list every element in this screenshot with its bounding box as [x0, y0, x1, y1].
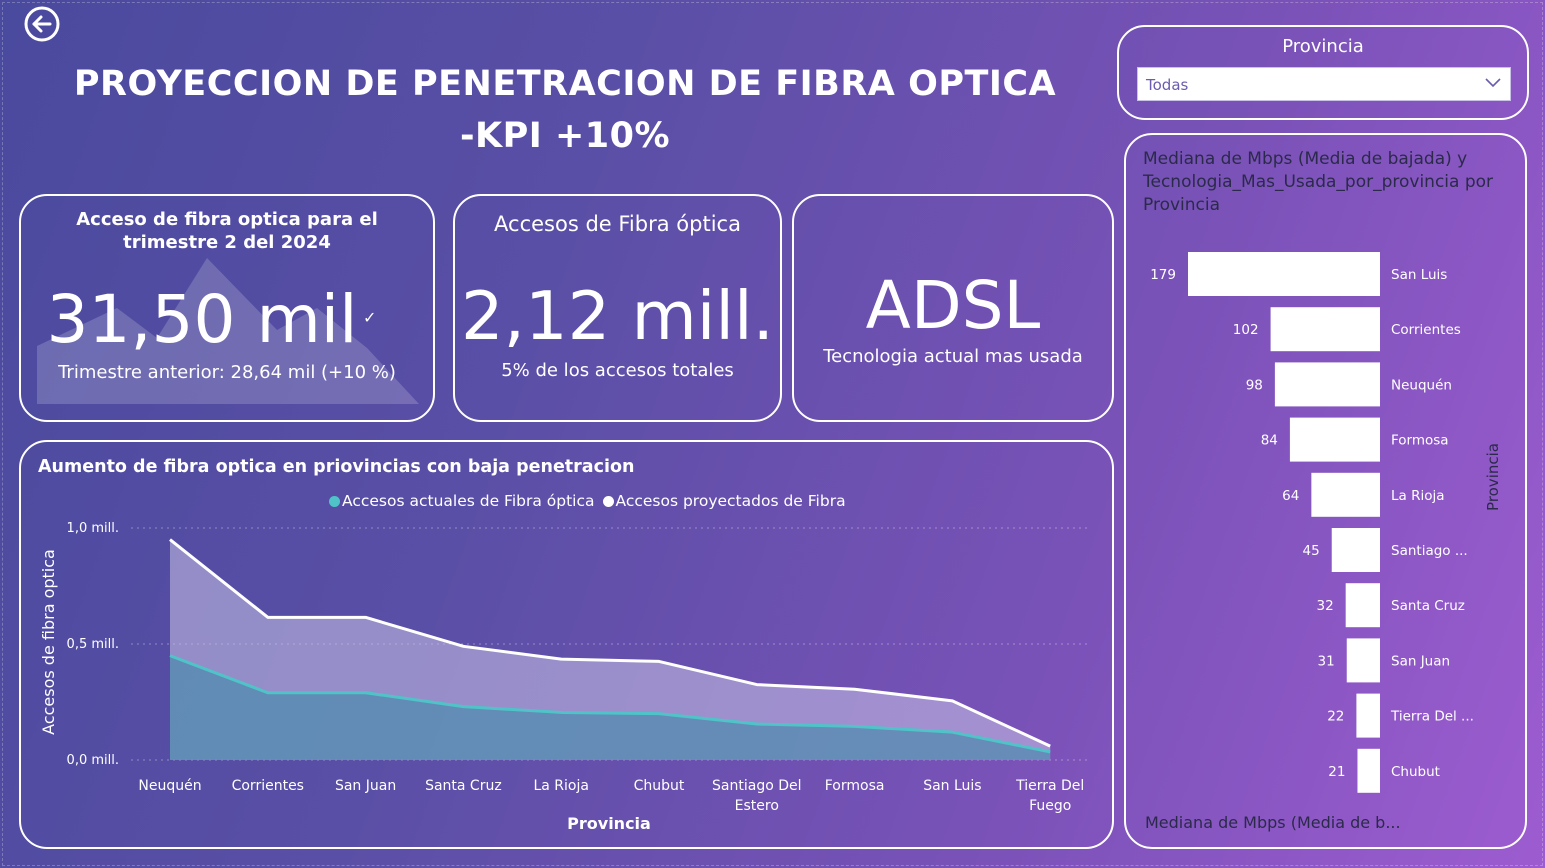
x-tick-label: La Rioja — [533, 778, 588, 794]
kpi-subtitle: Tecnologia actual mas usada — [823, 346, 1083, 367]
x-tick-label: San Luis — [923, 778, 981, 794]
bar-category-label: Santiago ... — [1391, 543, 1468, 559]
back-button[interactable] — [23, 5, 61, 43]
bar — [1274, 362, 1380, 407]
bar — [1289, 417, 1380, 462]
bar-chart-card[interactable]: Mediana de Mbps (Media de bajada) y Tecn… — [1124, 133, 1527, 849]
kpi-subtitle: Trimestre anterior: 28,64 mil (+10 %) — [58, 362, 396, 383]
y-axis-title: Accesos de fibra optica — [39, 549, 58, 735]
chevron-down-icon — [1485, 78, 1501, 88]
bar-category-label: Tierra Del ... — [1390, 709, 1474, 725]
legend-dot-actual — [329, 495, 340, 507]
arrow-left-circle-icon — [24, 6, 60, 42]
bar — [1188, 252, 1380, 296]
x-tick-label: Santa Cruz — [425, 778, 502, 794]
kpi-value: ADSL — [865, 267, 1041, 344]
bar-value-label: 45 — [1303, 543, 1320, 559]
bar-value-label: 84 — [1261, 433, 1278, 449]
kpi-value: 31,50 mil — [46, 281, 358, 358]
kpi-value: 2,12 mill. — [461, 277, 774, 355]
bar-category-label: Neuquén — [1391, 377, 1452, 393]
bar — [1270, 307, 1380, 352]
bar — [1345, 583, 1380, 628]
x-tick-label: Tierra Del — [1015, 778, 1084, 794]
x-tick-label: Corrientes — [232, 778, 304, 794]
x-tick-label: Chubut — [634, 778, 685, 794]
bar — [1346, 638, 1380, 683]
bar-chart: 179 San Luis 102 Corrientes 98 Neuquén 84 Formo… — [1150, 252, 1474, 793]
bar-value-label: 31 — [1318, 653, 1335, 669]
bar-value-label: 32 — [1316, 598, 1333, 614]
bar-category-label: Corrientes — [1391, 322, 1461, 338]
x-axis-title: Provincia — [567, 814, 651, 833]
province-slicer: Provincia Todas — [1117, 25, 1529, 120]
x-tick-label: Estero — [735, 798, 779, 814]
slicer-title: Provincia — [1282, 36, 1364, 57]
bar-category-label: San Juan — [1391, 653, 1450, 669]
kpi-title: Accesos de Fibra óptica — [494, 212, 741, 236]
title-line-1: PROYECCION DE PENETRACION DE FIBRA OPTIC… — [73, 64, 1057, 104]
chart-title: Aumento de fibra optica en priovincias c… — [38, 457, 635, 477]
bar-category-label: San Luis — [1391, 267, 1447, 283]
legend-item-projected[interactable]: Accesos proyectados de Fibra — [602, 492, 846, 510]
legend-dot-projected — [602, 495, 614, 507]
kpi-title: Acceso de fibra optica para el trimestre… — [76, 209, 378, 253]
bar-value-label: 102 — [1233, 322, 1259, 338]
area-chart-card[interactable]: 0,0 mill. 0,5 mill. 1,0 mill. Neuquén Corrie… — [19, 440, 1114, 849]
bar-value-label: 21 — [1328, 764, 1345, 780]
chart-legend: Accesos actuales de Fibra óptica Accesos… — [329, 492, 846, 510]
bar-value-label: 22 — [1327, 709, 1344, 725]
bar — [1357, 748, 1380, 793]
bar — [1311, 472, 1380, 517]
x-tick-label: Santiago Del — [712, 778, 801, 794]
y-axis-title: Provincia — [1484, 443, 1502, 511]
kpi-subtitle: 5% de los accesos totales — [501, 360, 734, 381]
x-axis-title: Mediana de Mbps (Media de b... — [1145, 813, 1401, 832]
province-dropdown[interactable]: Todas — [1137, 67, 1511, 101]
page-title: PROYECCION DE PENETRACION DE FIBRA OPTIC… — [60, 58, 1070, 162]
dropdown-value: Todas — [1146, 76, 1189, 94]
legend-item-actual[interactable]: Accesos actuales de Fibra óptica — [329, 492, 595, 510]
legend-label: Accesos proyectados de Fibra — [615, 492, 846, 510]
check-icon: ✓ — [363, 308, 377, 327]
x-tick-label: Formosa — [825, 778, 885, 794]
x-tick-label: Neuquén — [138, 778, 201, 794]
kpi-card-quarter[interactable]: Acceso de fibra optica para el trimestre… — [19, 194, 435, 422]
y-tick-label: 0,0 mill. — [67, 753, 119, 768]
bar-value-label: 64 — [1282, 488, 1299, 504]
kpi-card-technology[interactable]: ADSL Tecnologia actual mas usada — [792, 194, 1114, 422]
bar-category-label: Santa Cruz — [1391, 598, 1465, 614]
x-tick-label: Fuego — [1029, 798, 1071, 814]
x-tick-label: San Juan — [335, 778, 396, 794]
bar — [1331, 528, 1380, 572]
title-line-2: -KPI +10% — [459, 116, 671, 156]
bar-category-label: Formosa — [1391, 433, 1449, 449]
bar-category-label: La Rioja — [1391, 488, 1445, 504]
legend-label: Accesos actuales de Fibra óptica — [342, 492, 595, 510]
bar — [1356, 693, 1380, 738]
bar-value-label: 98 — [1246, 377, 1263, 393]
y-tick-label: 1,0 mill. — [67, 521, 119, 536]
bar-category-label: Chubut — [1391, 764, 1440, 780]
y-tick-label: 0,5 mill. — [67, 637, 119, 652]
bar-value-label: 179 — [1150, 267, 1176, 283]
kpi-card-total-fiber[interactable]: Accesos de Fibra óptica 2,12 mill. 5% de… — [453, 194, 782, 422]
